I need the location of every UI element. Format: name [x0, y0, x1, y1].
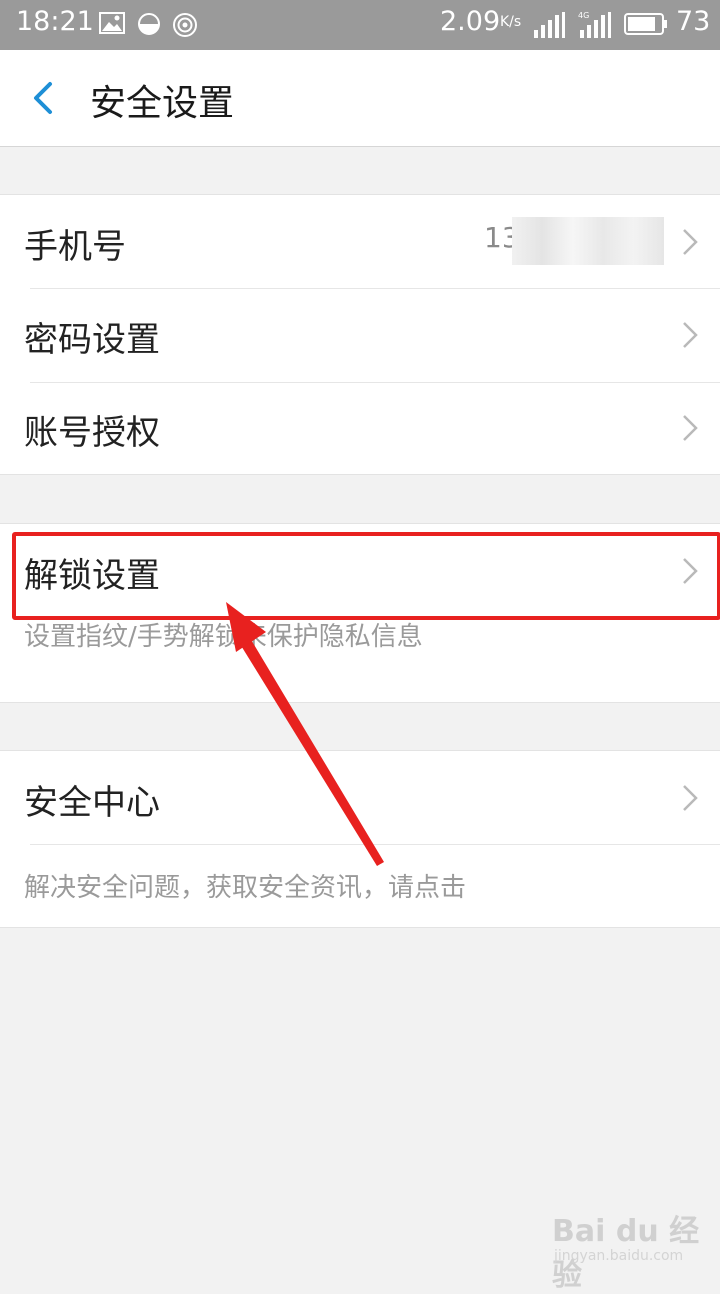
phone-number-row[interactable]: 手机号 13	[0, 195, 720, 288]
status-bar: 18:21 2.09 K/s 4G 73	[0, 0, 720, 50]
image-icon	[99, 12, 125, 34]
net-speed: 2.09	[440, 6, 501, 37]
signal-4g-icon: 4G	[578, 11, 611, 38]
unlock-settings-description: 设置指纹/手势解锁来保护隐私信息	[24, 622, 423, 652]
security-center-row[interactable]: 安全中心	[0, 751, 720, 844]
net-speed-unit: K/s	[500, 14, 522, 30]
unlock-settings-label: 解锁设置	[24, 556, 160, 596]
chevron-right-icon	[683, 558, 698, 584]
phone-number-label: 手机号	[24, 227, 126, 267]
watermark-url: jingyan.baidu.com	[554, 1248, 684, 1264]
page-title: 安全设置	[90, 83, 235, 124]
security-center-group: 安全中心 解决安全问题，获取安全资讯，请点击	[0, 750, 720, 928]
status-time: 18:21	[16, 6, 94, 37]
half-moon-icon	[138, 13, 160, 35]
chevron-right-icon	[683, 415, 698, 441]
app-header: 安全设置	[0, 50, 720, 147]
battery-level: 73	[676, 6, 711, 37]
account-settings-group: 手机号 13 密码设置 账号授权	[0, 194, 720, 475]
chevron-right-icon	[683, 229, 698, 255]
battery-icon	[624, 13, 667, 35]
account-authorization-row[interactable]: 账号授权	[0, 381, 720, 474]
chevron-left-icon[interactable]	[24, 78, 64, 118]
security-center-label: 安全中心	[24, 783, 160, 823]
divider	[30, 844, 720, 845]
hotspot-icon	[173, 13, 197, 37]
signal-icon	[534, 12, 565, 38]
baidu-jingyan-watermark: Bai du 经验 jingyan.baidu.com	[552, 1206, 702, 1293]
unlock-settings-row[interactable]: 解锁设置	[0, 524, 720, 617]
password-settings-label: 密码设置	[24, 320, 160, 360]
security-center-description: 解决安全问题，获取安全资讯，请点击	[24, 873, 467, 903]
unlock-settings-group: 解锁设置 设置指纹/手势解锁来保护隐私信息	[0, 523, 720, 703]
password-settings-row[interactable]: 密码设置	[0, 288, 720, 381]
chevron-right-icon	[683, 322, 698, 348]
account-authorization-label: 账号授权	[24, 413, 160, 453]
chevron-right-icon	[683, 785, 698, 811]
svg-text:4G: 4G	[578, 11, 589, 20]
blurred-phone-number	[512, 217, 664, 265]
